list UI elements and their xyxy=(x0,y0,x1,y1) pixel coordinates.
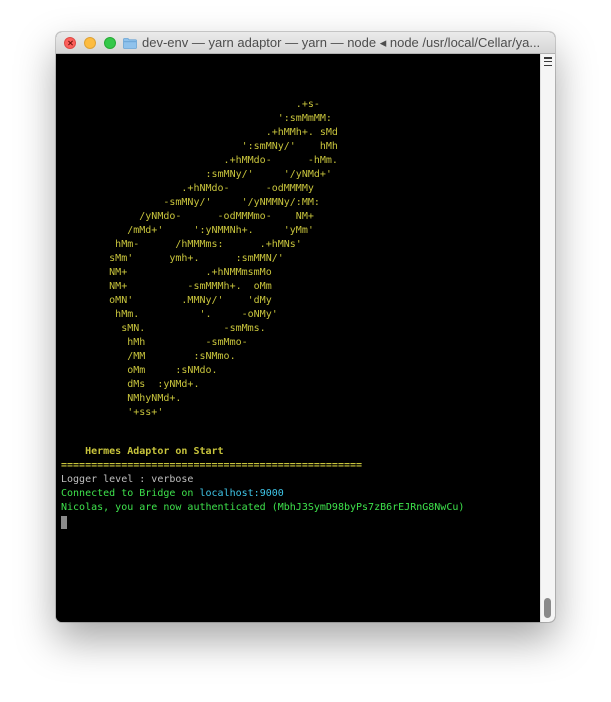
terminal-window: dev-env — yarn adaptor — yarn — node ◂ n… xyxy=(56,32,555,622)
connected-prefix: Connected to Bridge on xyxy=(61,488,200,499)
terminal-output[interactable]: .+s- ':smMmMM: .+hMMh+. sMd ':smMNy/' hM… xyxy=(56,54,540,622)
vertical-scrollbar[interactable] xyxy=(540,54,555,622)
text-cursor xyxy=(61,516,67,529)
logger-level-line: Logger level : verbose xyxy=(61,474,194,485)
auth-line: Nicolas, you are now authenticated (MbhJ… xyxy=(61,502,465,513)
minimize-button[interactable] xyxy=(84,37,96,49)
scrollbar-menu-icon[interactable] xyxy=(544,57,552,66)
separator-rule: ========================================… xyxy=(61,460,363,471)
title-bar[interactable]: dev-env — yarn adaptor — yarn — node ◂ n… xyxy=(56,32,555,54)
ascii-art-logo: .+s- ':smMmMM: .+hMMh+. sMd ':smMNy/' hM… xyxy=(109,99,338,418)
scrollbar-thumb[interactable] xyxy=(544,598,551,618)
banner-text: Hermes Adaptor on Start xyxy=(61,446,224,457)
window-title: dev-env — yarn adaptor — yarn — node ◂ n… xyxy=(142,35,541,50)
window-title-area: dev-env — yarn adaptor — yarn — node ◂ n… xyxy=(123,32,549,54)
close-button[interactable] xyxy=(64,37,76,49)
zoom-button[interactable] xyxy=(104,37,116,49)
connected-host: localhost:9000 xyxy=(199,488,284,499)
connected-line: Connected to Bridge on localhost:9000 xyxy=(61,487,535,501)
folder-icon xyxy=(123,37,137,49)
prompt-line xyxy=(61,515,535,529)
